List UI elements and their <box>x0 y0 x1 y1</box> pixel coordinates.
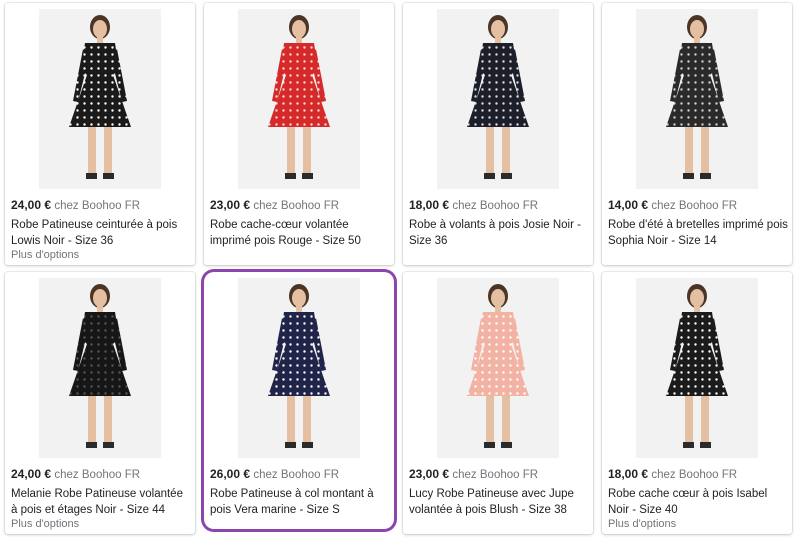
product-title[interactable]: Robe d'été à bretelles imprimé pois Soph… <box>608 217 788 249</box>
product-image[interactable] <box>39 9 161 189</box>
product-title[interactable]: Robe à volants à pois Josie Noir - Size … <box>409 217 589 249</box>
product-price: 24,00 € <box>11 467 52 481</box>
product-price: 26,00 € <box>210 467 251 481</box>
product-image[interactable] <box>238 278 360 458</box>
navy-high-neck-dot-dress-icon <box>238 278 360 458</box>
product-title[interactable]: Robe cache-cœur volantée imprimé pois Ro… <box>210 217 390 249</box>
product-price: 24,00 € <box>11 198 52 212</box>
product-image[interactable] <box>437 9 559 189</box>
product-card[interactable]: 24,00 € chez Boohoo FR Melanie Robe Pati… <box>5 272 195 534</box>
black-strappy-dot-dress-icon <box>636 9 758 189</box>
product-card[interactable]: 18,00 € chez Boohoo FR Robe à volants à … <box>403 3 593 265</box>
product-image[interactable] <box>39 278 161 458</box>
product-card[interactable]: 14,00 € chez Boohoo FR Robe d'été à bret… <box>602 3 792 265</box>
red-ruffle-wrap-dress-icon <box>238 9 360 189</box>
black-sheer-tiered-dress-icon <box>39 278 161 458</box>
product-title[interactable]: Lucy Robe Patineuse avec Jupe volantée à… <box>409 486 589 518</box>
product-price: 14,00 € <box>608 198 649 212</box>
product-title[interactable]: Robe Patineuse à col montant à pois Vera… <box>210 486 390 518</box>
product-card-selected[interactable]: 26,00 € chez Boohoo FR Robe Patineuse à … <box>204 272 394 529</box>
black-ruffle-wrap-dress-icon <box>437 9 559 189</box>
product-title[interactable]: Melanie Robe Patineuse volantée à pois e… <box>11 486 191 518</box>
product-title[interactable]: Robe Patineuse ceinturée à pois Lowis No… <box>11 217 191 249</box>
product-title[interactable]: Robe cache cœur à pois Isabel Noir - Siz… <box>608 486 788 518</box>
product-merchant: chez Boohoo FR <box>54 200 141 212</box>
product-merchant: chez Boohoo FR <box>253 469 340 481</box>
blush-tiered-dress-icon <box>437 278 559 458</box>
product-merchant: chez Boohoo FR <box>253 200 340 212</box>
product-image[interactable] <box>636 278 758 458</box>
product-price: 23,00 € <box>210 198 251 212</box>
product-price: 23,00 € <box>409 467 450 481</box>
product-image[interactable] <box>238 9 360 189</box>
product-merchant: chez Boohoo FR <box>452 469 539 481</box>
product-image[interactable] <box>636 9 758 189</box>
product-grid: 24,00 € chez Boohoo FR Robe Patineuse ce… <box>0 0 800 539</box>
black-polka-dot-wrap-dress-icon <box>39 9 161 189</box>
more-options-link[interactable]: Plus d'options <box>11 249 79 261</box>
product-merchant: chez Boohoo FR <box>452 200 539 212</box>
product-price: 18,00 € <box>409 198 450 212</box>
product-price: 18,00 € <box>608 467 649 481</box>
more-options-link[interactable]: Plus d'options <box>11 518 79 530</box>
product-card[interactable]: 23,00 € chez Boohoo FR Robe cache-cœur v… <box>204 3 394 265</box>
product-card[interactable]: 24,00 € chez Boohoo FR Robe Patineuse ce… <box>5 3 195 265</box>
product-merchant: chez Boohoo FR <box>651 469 738 481</box>
product-merchant: chez Boohoo FR <box>54 469 141 481</box>
product-card[interactable]: 23,00 € chez Boohoo FR Lucy Robe Patineu… <box>403 272 593 534</box>
product-card[interactable]: 18,00 € chez Boohoo FR Robe cache cœur à… <box>602 272 792 534</box>
black-mixed-dot-wrap-dress-icon <box>636 278 758 458</box>
product-image[interactable] <box>437 278 559 458</box>
product-merchant: chez Boohoo FR <box>651 200 738 212</box>
more-options-link[interactable]: Plus d'options <box>608 518 676 530</box>
